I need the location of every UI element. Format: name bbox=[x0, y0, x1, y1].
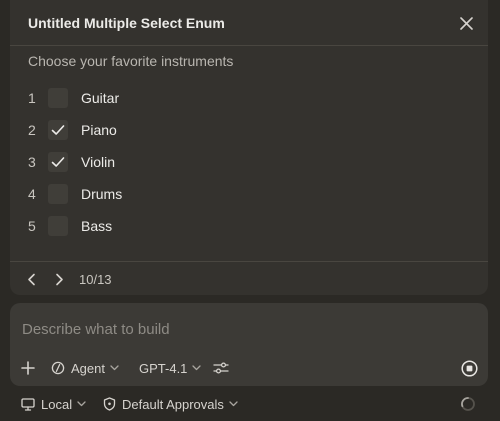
prompt-input[interactable] bbox=[22, 317, 472, 341]
option-label: Drums bbox=[81, 186, 123, 202]
add-button[interactable] bbox=[21, 358, 35, 378]
option-number: 2 bbox=[28, 122, 36, 138]
option-item-guitar[interactable]: 1 Guitar bbox=[10, 82, 488, 114]
environment-dropdown[interactable]: Local bbox=[21, 394, 86, 414]
option-item-bass[interactable]: 5 Bass bbox=[10, 210, 488, 242]
option-item-piano[interactable]: 2 Piano bbox=[10, 114, 488, 146]
dialog-header: Untitled Multiple Select Enum bbox=[10, 0, 488, 46]
page-counter: 10/13 bbox=[79, 272, 112, 287]
question-text: Choose your favorite instruments bbox=[28, 53, 234, 69]
agent-icon bbox=[51, 361, 65, 375]
chevron-right-icon bbox=[55, 273, 63, 285]
close-button[interactable] bbox=[457, 14, 475, 32]
chevron-down-icon bbox=[77, 401, 86, 407]
option-checkbox[interactable] bbox=[48, 152, 68, 172]
stop-icon bbox=[461, 359, 478, 377]
monitor-icon bbox=[21, 397, 35, 411]
approvals-dropdown[interactable]: Default Approvals bbox=[103, 394, 238, 414]
option-checkbox[interactable] bbox=[48, 216, 68, 236]
composer: Agent GPT-4.1 bbox=[10, 303, 488, 386]
option-checkbox[interactable] bbox=[48, 120, 68, 140]
option-label: Guitar bbox=[81, 90, 120, 106]
spinner-icon bbox=[461, 397, 475, 411]
check-icon bbox=[51, 157, 65, 167]
approvals-label: Default Approvals bbox=[122, 396, 224, 412]
dialog-title: Untitled Multiple Select Enum bbox=[28, 15, 225, 31]
chevron-down-icon bbox=[110, 365, 119, 371]
check-icon bbox=[51, 125, 65, 135]
option-number: 5 bbox=[28, 218, 36, 234]
multi-select-dialog: Untitled Multiple Select Enum Choose you… bbox=[10, 0, 488, 295]
plus-icon bbox=[21, 361, 35, 375]
settings-sliders-button[interactable] bbox=[213, 358, 229, 378]
status-bar: Local Default Approvals bbox=[0, 392, 500, 416]
option-item-drums[interactable]: 4 Drums bbox=[10, 178, 488, 210]
chevron-down-icon bbox=[192, 365, 202, 371]
chevron-down-icon bbox=[229, 401, 238, 407]
close-icon bbox=[459, 16, 473, 30]
dialog-footer: 10/13 bbox=[10, 261, 488, 295]
option-label: Piano bbox=[81, 122, 117, 138]
chevron-left-icon bbox=[27, 273, 35, 285]
option-number: 3 bbox=[28, 154, 36, 170]
stop-button[interactable] bbox=[461, 358, 478, 378]
option-number: 1 bbox=[28, 90, 36, 106]
option-checkbox[interactable] bbox=[48, 184, 68, 204]
option-checkbox[interactable] bbox=[48, 88, 68, 108]
model-dropdown[interactable]: GPT-4.1 bbox=[139, 358, 202, 378]
previous-button[interactable] bbox=[24, 271, 38, 287]
option-label: Bass bbox=[81, 218, 113, 234]
model-label: GPT-4.1 bbox=[139, 360, 188, 376]
environment-label: Local bbox=[41, 396, 73, 412]
next-button[interactable] bbox=[52, 271, 66, 287]
option-number: 4 bbox=[28, 186, 36, 202]
shield-icon bbox=[103, 397, 116, 411]
option-item-violin[interactable]: 3 Violin bbox=[10, 146, 488, 178]
app-root: Untitled Multiple Select Enum Choose you… bbox=[0, 0, 500, 421]
agent-mode-dropdown[interactable]: Agent bbox=[51, 358, 119, 378]
sliders-icon bbox=[213, 362, 229, 374]
agent-mode-label: Agent bbox=[71, 360, 105, 376]
option-label: Violin bbox=[81, 154, 115, 170]
